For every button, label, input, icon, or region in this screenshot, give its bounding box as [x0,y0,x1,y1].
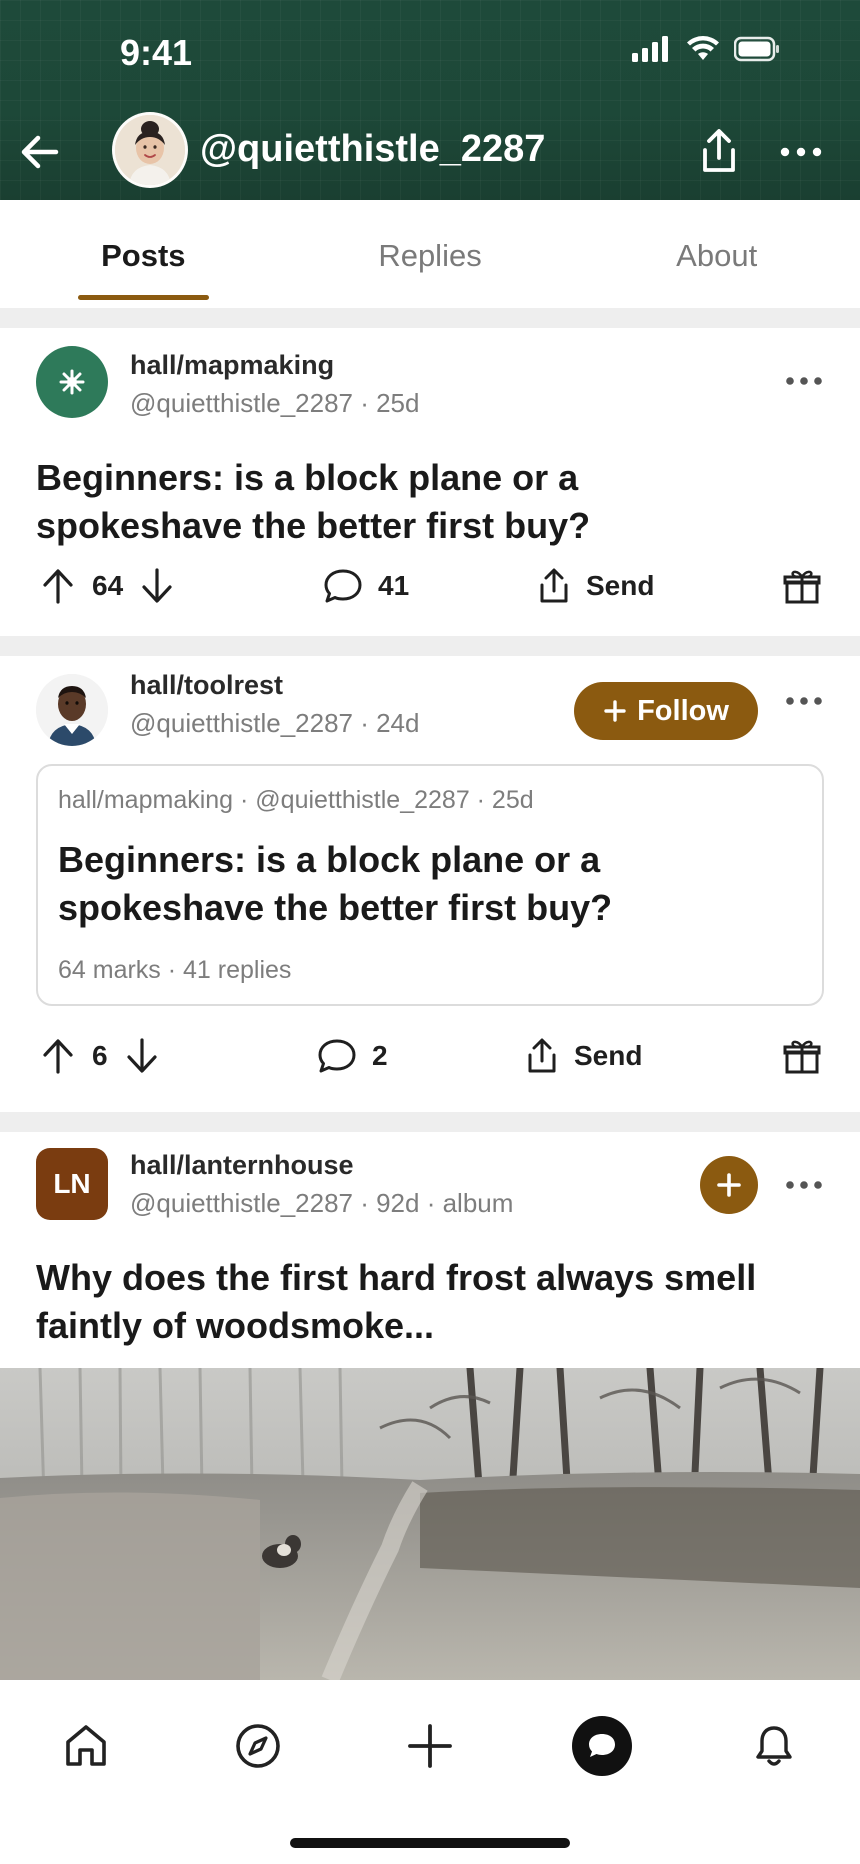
battery-icon [734,36,779,62]
wifi-icon [687,36,719,60]
home-indicator [290,1838,570,1848]
post-title[interactable]: Why does the first hard frost always sme… [36,1254,790,1350]
vote-count: 6 [92,1040,108,1071]
more-horizontal-icon [780,147,822,157]
user-portrait-icon [115,115,185,185]
back-button[interactable] [18,130,62,174]
upvote-icon[interactable] [38,566,78,606]
home-icon [66,1725,106,1766]
profile-screen: 9:41 @quietthistle_2287 Posts Replies Ab… [0,0,860,1864]
vote-controls: 64 [38,566,177,606]
tab-posts[interactable]: Posts [0,200,287,308]
post-card[interactable]: hall/toolrest @quietthistle_2287 · 24d F… [0,656,860,1112]
nav-notifications[interactable] [744,1716,804,1776]
post-more-button[interactable] [784,694,824,706]
notifications-icon [756,1726,792,1766]
community-name[interactable]: hall/mapmaking [130,350,334,381]
post-meta: @quietthistle_2287 · 24d [130,708,420,738]
profile-header: 9:41 @quietthistle_2287 [0,0,860,200]
post-actions: 6 2 Send [0,1036,860,1096]
community-avatar[interactable] [36,346,108,418]
upvote-icon[interactable] [38,1036,78,1076]
divider [0,636,860,656]
status-icons [632,36,780,62]
downvote-icon[interactable] [122,1036,162,1076]
gift-icon [783,570,821,604]
award-button[interactable] [782,566,822,606]
post-more-button[interactable] [784,1178,824,1190]
follow-label: Follow [637,694,729,727]
profile-handle: @quietthistle_2287 [200,128,546,170]
follow-button[interactable]: Follow [574,682,758,740]
follow-button[interactable] [700,1156,758,1214]
post-meta: @quietthistle_2287 · 25d [130,388,420,418]
community-name[interactable]: hall/lanternhouse [130,1150,354,1181]
explore-icon [236,1724,280,1768]
star-burst-icon [59,369,85,395]
comment-bubble-icon [318,1039,356,1073]
create-icon [408,1724,452,1768]
nav-chat[interactable] [572,1716,632,1776]
share-icon [540,568,568,603]
send-button[interactable]: Send [536,566,654,606]
signal-icon [632,36,668,62]
divider [0,1112,860,1132]
send-label: Send [574,1040,643,1071]
more-horizontal-icon [786,377,822,385]
post-title[interactable]: Beginners: is a block plane or a spokesh… [36,454,790,550]
arrow-left-icon [21,135,59,169]
comments-button[interactable]: 41 [322,566,409,606]
community-name[interactable]: hall/toolrest [130,670,283,701]
gift-icon [783,1040,821,1074]
award-button[interactable] [782,1036,822,1076]
more-horizontal-icon [786,1181,822,1189]
more-horizontal-icon [786,697,822,705]
profile-more-button[interactable] [778,132,824,172]
profile-tabs: Posts Replies About [0,200,860,308]
share-profile-button[interactable] [696,126,742,176]
plus-icon [604,700,626,722]
tab-replies[interactable]: Replies [287,200,574,308]
send-button[interactable]: Send [524,1036,642,1076]
vote-controls: 6 [38,1036,162,1076]
status-time: 9:41 [120,32,193,73]
post-image[interactable] [0,1368,860,1680]
comment-count: 2 [372,1040,388,1071]
send-label: Send [586,570,655,601]
user-portrait-icon [36,674,108,746]
comment-count: 41 [378,570,410,601]
plus-icon [717,1173,741,1197]
community-avatar[interactable]: LN [36,1148,108,1220]
vote-count: 64 [92,570,124,601]
comments-button[interactable]: 2 [316,1036,388,1076]
nav-home[interactable] [56,1716,116,1776]
post-card[interactable]: hall/mapmaking @quietthistle_2287 · 25d … [0,328,860,636]
divider [0,308,860,328]
embedded-post-meta: hall/mapmaking · @quietthistle_2287 · 25… [58,786,534,814]
post-more-button[interactable] [784,374,824,386]
post-card[interactable]: LN hall/lanternhouse @quietthistle_2287 … [0,1132,860,1368]
comment-bubble-icon [324,569,362,603]
profile-avatar[interactable] [112,112,188,188]
nav-explore[interactable] [228,1716,288,1776]
embedded-post-stats: 64 marks · 41 replies [58,956,292,984]
share-icon [703,129,735,172]
community-avatar[interactable] [36,674,108,746]
post-meta: @quietthistle_2287 · 92d · album [130,1188,514,1218]
nav-create[interactable] [400,1716,460,1776]
chat-icon [572,1716,632,1776]
embedded-post-title: Beginners: is a block plane or a spokesh… [58,839,613,928]
share-icon [528,1038,556,1073]
downvote-icon[interactable] [137,566,177,606]
tab-about[interactable]: About [573,200,860,308]
embedded-post[interactable]: hall/mapmaking · @quietthistle_2287 · 25… [36,764,824,1006]
bottom-navigation [0,1680,860,1864]
post-actions: 64 41 Send [0,566,860,626]
frosty-field-photo [0,1368,860,1680]
